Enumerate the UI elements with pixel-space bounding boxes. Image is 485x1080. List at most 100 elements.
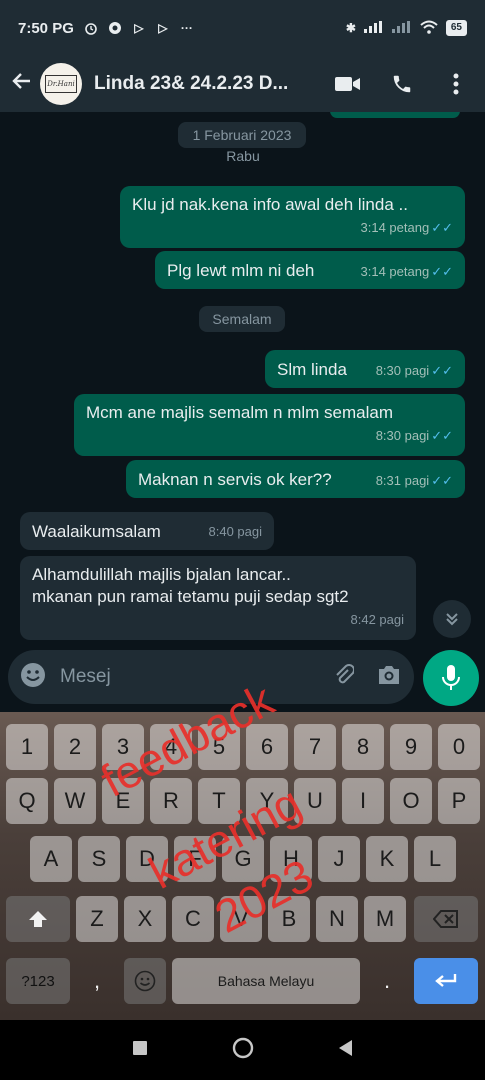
date-chip-date: 1 Februari 2023 bbox=[192, 127, 292, 143]
more-options-icon[interactable] bbox=[443, 71, 469, 97]
message-bubble-in[interactable]: Alhamdulillah majlis bjalan lancar.. mka… bbox=[20, 556, 416, 640]
message-input[interactable]: Mesej bbox=[8, 650, 414, 704]
message-bubble-out[interactable]: Klu jd nak.kena info awal deh linda .. 3… bbox=[120, 186, 465, 248]
key-h[interactable]: H bbox=[270, 836, 312, 882]
message-text-line: mkanan pun ramai tetamu puji sedap sgt2 bbox=[32, 587, 349, 606]
message-time: 8:30 pagi bbox=[375, 362, 430, 378]
attach-icon[interactable] bbox=[332, 663, 355, 692]
message-text: Mcm ane majlis semalm n mlm semalam bbox=[86, 403, 393, 422]
read-ticks-icon: ✓✓ bbox=[431, 428, 453, 443]
key-p[interactable]: P bbox=[438, 778, 480, 824]
message-text: Plg lewt mlm ni deh bbox=[167, 261, 315, 280]
key-l[interactable]: L bbox=[414, 836, 456, 882]
voice-call-icon[interactable] bbox=[389, 71, 415, 97]
keyboard: 1 2 3 4 5 6 7 8 9 0 Q W E R T Y U I O P … bbox=[0, 712, 485, 1020]
key-0[interactable]: 0 bbox=[438, 724, 480, 770]
message-text: Maknan n servis ok ker?? bbox=[138, 470, 332, 489]
key-n[interactable]: N bbox=[316, 896, 358, 942]
key-1[interactable]: 1 bbox=[6, 724, 48, 770]
period-key[interactable]: . bbox=[366, 958, 408, 1004]
emoji-icon[interactable] bbox=[20, 662, 46, 693]
key-x[interactable]: X bbox=[124, 896, 166, 942]
key-r[interactable]: R bbox=[150, 778, 192, 824]
message-time: 8:31 pagi bbox=[375, 472, 430, 488]
key-t[interactable]: T bbox=[198, 778, 240, 824]
message-text: Klu jd nak.kena info awal deh linda .. bbox=[132, 195, 408, 214]
key-c[interactable]: C bbox=[172, 896, 214, 942]
scroll-down-button[interactable] bbox=[433, 600, 471, 638]
message-text-line: Alhamdulillah majlis bjalan lancar.. bbox=[32, 565, 291, 584]
wifi-icon bbox=[420, 20, 438, 37]
backspace-key[interactable] bbox=[414, 896, 478, 942]
date-chip: 1 Februari 2023 bbox=[178, 122, 306, 148]
message-time: 8:42 pagi bbox=[350, 612, 405, 627]
message-bubble-in[interactable]: Waalaikumsalam 8:40 pagi bbox=[20, 512, 274, 550]
signal-icon bbox=[363, 20, 384, 36]
key-q[interactable]: Q bbox=[6, 778, 48, 824]
play-icon: ▷ bbox=[134, 21, 144, 35]
key-m[interactable]: M bbox=[364, 896, 406, 942]
back-arrow-icon[interactable] bbox=[10, 69, 38, 100]
space-key[interactable]: Bahasa Melayu bbox=[172, 958, 360, 1004]
key-4[interactable]: 4 bbox=[150, 724, 192, 770]
message-bubble-out[interactable]: Plg lewt mlm ni deh 3:14 petang ✓✓ bbox=[155, 251, 465, 289]
key-f[interactable]: F bbox=[174, 836, 216, 882]
key-v[interactable]: V bbox=[220, 896, 262, 942]
chat-area[interactable]: 1 Februari 2023 Rabu Klu jd nak.kena inf… bbox=[0, 112, 485, 652]
more-notifications-icon: ··· bbox=[180, 21, 193, 35]
alarm-icon bbox=[84, 21, 98, 35]
key-i[interactable]: I bbox=[342, 778, 384, 824]
recents-icon[interactable] bbox=[132, 1040, 147, 1060]
backspace-icon bbox=[433, 910, 458, 928]
message-bubble-partial bbox=[330, 112, 460, 118]
key-8[interactable]: 8 bbox=[342, 724, 384, 770]
key-z[interactable]: Z bbox=[76, 896, 118, 942]
status-time: 7:50 PG bbox=[18, 19, 74, 37]
avatar[interactable]: Dr.Hani bbox=[40, 63, 82, 105]
key-e[interactable]: E bbox=[102, 778, 144, 824]
key-d[interactable]: D bbox=[126, 836, 168, 882]
date-chip-day: Rabu bbox=[226, 148, 260, 164]
key-6[interactable]: 6 bbox=[246, 724, 288, 770]
enter-key[interactable] bbox=[414, 958, 478, 1004]
key-9[interactable]: 9 bbox=[390, 724, 432, 770]
composer: Mesej bbox=[0, 648, 485, 712]
symbols-key[interactable]: ?123 bbox=[6, 958, 70, 1004]
camera-icon[interactable] bbox=[376, 664, 402, 691]
back-icon[interactable] bbox=[338, 1039, 353, 1061]
key-w[interactable]: W bbox=[54, 778, 96, 824]
mic-button[interactable] bbox=[423, 650, 479, 706]
message-time: 8:40 pagi bbox=[208, 524, 263, 539]
key-a[interactable]: A bbox=[30, 836, 72, 882]
key-7[interactable]: 7 bbox=[294, 724, 336, 770]
chat-header: Dr.Hani Linda 23& 24.2.23 D... bbox=[0, 56, 485, 112]
key-j[interactable]: J bbox=[318, 836, 360, 882]
message-bubble-out[interactable]: Slm linda 8:30 pagi ✓✓ bbox=[265, 350, 465, 388]
key-g[interactable]: G bbox=[222, 836, 264, 882]
key-o[interactable]: O bbox=[390, 778, 432, 824]
system-nav-bar bbox=[0, 1020, 485, 1080]
key-b[interactable]: B bbox=[268, 896, 310, 942]
play-icon-2: ▷ bbox=[158, 21, 168, 35]
chat-title[interactable]: Linda 23& 24.2.23 D... bbox=[94, 73, 309, 95]
shift-key[interactable] bbox=[6, 896, 70, 942]
message-time: 3:14 petang bbox=[360, 263, 430, 279]
chrome-icon bbox=[108, 21, 122, 35]
message-bubble-out[interactable]: Maknan n servis ok ker?? 8:31 pagi ✓✓ bbox=[126, 460, 465, 498]
date-chip: Semalam bbox=[199, 306, 285, 332]
key-y[interactable]: Y bbox=[246, 778, 288, 824]
enter-icon bbox=[435, 974, 457, 987]
comma-key[interactable]: , bbox=[76, 958, 118, 1004]
video-call-icon[interactable] bbox=[335, 71, 361, 97]
home-icon[interactable] bbox=[232, 1037, 254, 1064]
message-bubble-out[interactable]: Mcm ane majlis semalm n mlm semalam 8:30… bbox=[74, 394, 465, 456]
read-ticks-icon: ✓✓ bbox=[431, 362, 453, 378]
key-k[interactable]: K bbox=[366, 836, 408, 882]
key-s[interactable]: S bbox=[78, 836, 120, 882]
key-2[interactable]: 2 bbox=[54, 724, 96, 770]
key-5[interactable]: 5 bbox=[198, 724, 240, 770]
emoji-key[interactable] bbox=[124, 958, 166, 1004]
read-ticks-icon: ✓✓ bbox=[431, 220, 453, 235]
key-3[interactable]: 3 bbox=[102, 724, 144, 770]
key-u[interactable]: U bbox=[294, 778, 336, 824]
